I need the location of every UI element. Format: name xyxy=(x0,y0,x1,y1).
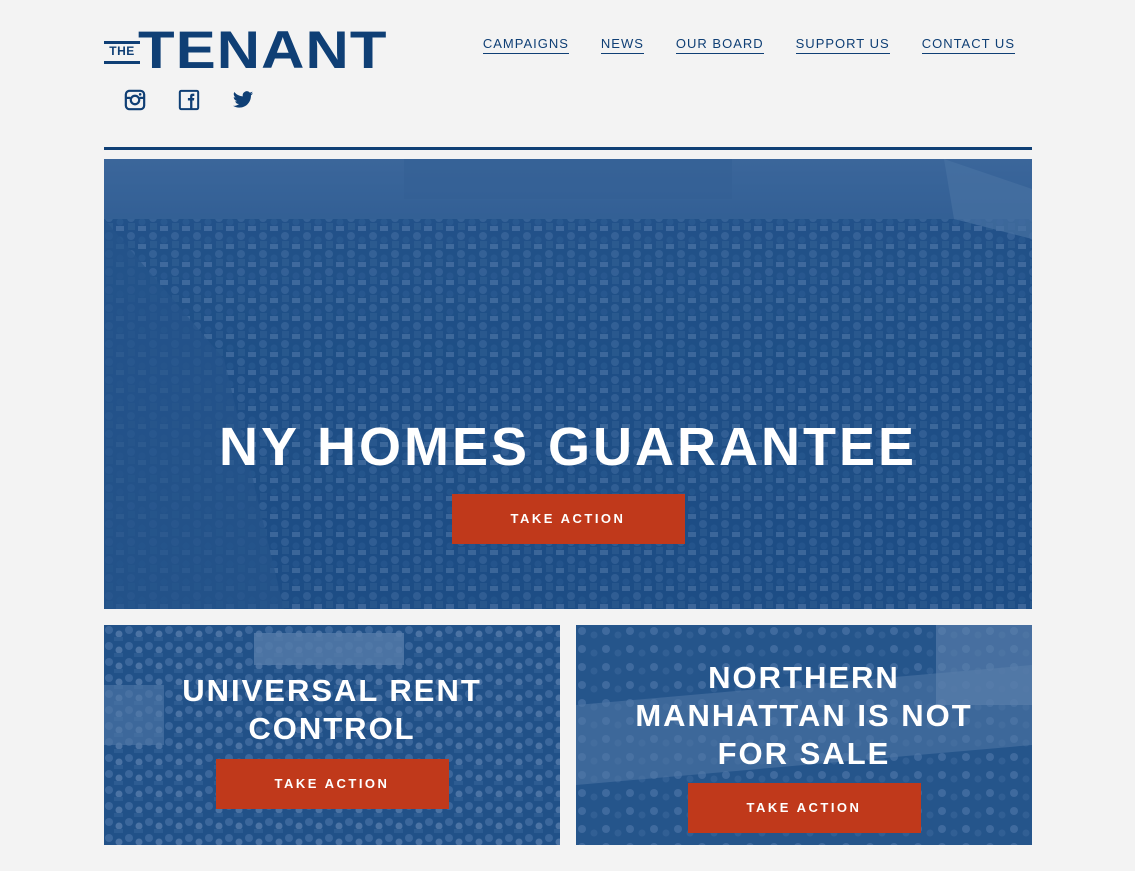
nav-link-news[interactable]: NEWS xyxy=(600,36,644,54)
northern-manhattan-content: NORTHERN MANHATTAN IS NOT FOR SALE TAKE … xyxy=(576,659,1032,833)
header-divider xyxy=(104,147,1032,150)
rent-control-take-action-button[interactable]: TAKE ACTION xyxy=(215,759,449,809)
twitter-icon[interactable] xyxy=(232,89,254,111)
site-logo[interactable]: THE TENANT xyxy=(104,24,396,77)
social-links xyxy=(124,89,254,111)
facebook-icon[interactable] xyxy=(178,89,200,111)
campaign-card-northern-manhattan: NORTHERN MANHATTAN IS NOT FOR SALE TAKE … xyxy=(576,625,1032,845)
campaign-card-rent-control: UNIVERSAL RENT CONTROL TAKE ACTION xyxy=(104,625,560,845)
logo-prefix: THE xyxy=(109,44,135,58)
nav-link-campaigns[interactable]: CAMPAIGNS xyxy=(482,36,569,54)
nav-link-support-us[interactable]: SUPPORT US xyxy=(795,36,890,54)
hero-take-action-button[interactable]: TAKE ACTION xyxy=(451,494,685,544)
nav-link-contact-us[interactable]: CONTACT US xyxy=(921,36,1015,54)
rent-control-title: UNIVERSAL RENT CONTROL xyxy=(182,673,482,746)
rent-control-content: UNIVERSAL RENT CONTROL TAKE ACTION xyxy=(104,672,560,809)
northern-manhattan-take-action-button[interactable]: TAKE ACTION xyxy=(687,783,921,833)
main-nav: CAMPAIGNS NEWS OUR BOARD SUPPORT US CONT… xyxy=(482,36,1015,54)
northern-manhattan-title: NORTHERN MANHATTAN IS NOT FOR SALE xyxy=(635,660,973,771)
instagram-icon[interactable] xyxy=(124,89,146,111)
hero-title: NY HOMES GUARANTEE xyxy=(218,417,918,477)
logo-wordmark: TENANT xyxy=(138,21,388,80)
hero-campaign-card: NY HOMES GUARANTEE TAKE ACTION xyxy=(104,159,1032,609)
nav-link-our-board[interactable]: OUR BOARD xyxy=(675,36,764,54)
logo-rule-bottom xyxy=(104,61,140,64)
hero-content: NY HOMES GUARANTEE TAKE ACTION xyxy=(104,418,1032,544)
